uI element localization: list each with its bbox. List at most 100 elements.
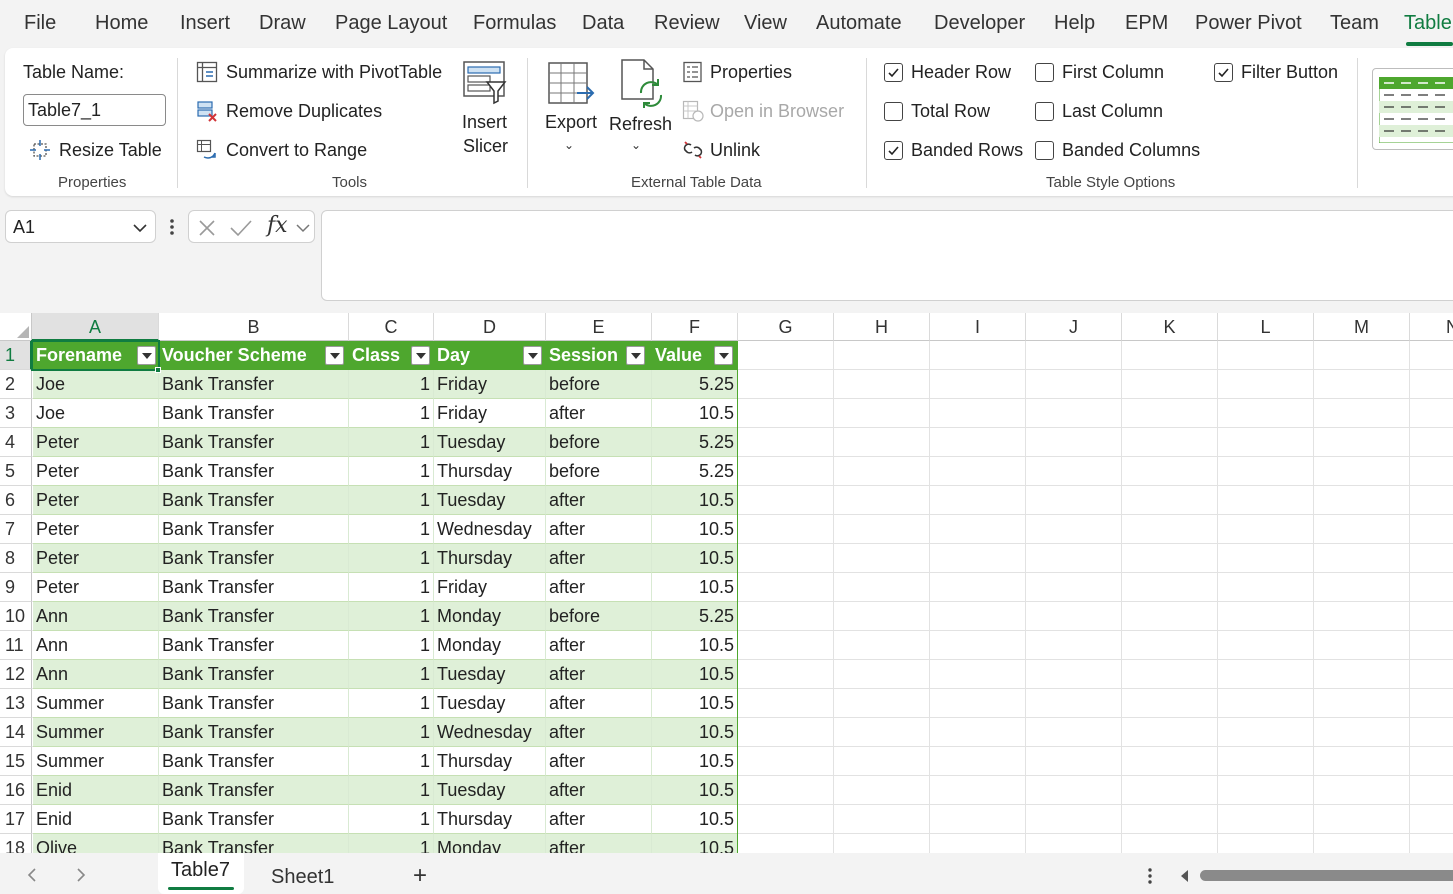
cancel-icon[interactable] — [197, 218, 217, 238]
cell-day[interactable]: Tuesday — [434, 428, 546, 457]
cell-day[interactable]: Thursday — [434, 747, 546, 776]
row-header[interactable]: 13 — [0, 689, 32, 718]
cell-value[interactable]: 10.5 — [652, 631, 738, 660]
row-header[interactable]: 14 — [0, 718, 32, 747]
chevron-right-icon[interactable] — [75, 867, 87, 883]
cell-value[interactable]: 10.5 — [652, 718, 738, 747]
cell-session[interactable]: after — [546, 515, 652, 544]
row-header[interactable]: 3 — [0, 399, 32, 428]
header-row-checkbox[interactable] — [884, 63, 903, 82]
cell-session[interactable]: after — [546, 718, 652, 747]
cell-voucher-scheme[interactable]: Bank Transfer — [159, 428, 349, 457]
table-header-session[interactable]: Session — [546, 341, 652, 370]
menu-tab-view[interactable]: View — [744, 12, 787, 35]
column-header-f[interactable]: F — [652, 313, 738, 341]
filter-dropdown-icon[interactable] — [626, 346, 645, 365]
column-header-c[interactable]: C — [349, 313, 434, 341]
chevron-down-icon[interactable] — [132, 222, 148, 234]
cell-class[interactable]: 1 — [349, 486, 434, 515]
name-box[interactable]: A1 — [5, 210, 156, 243]
cell-session[interactable]: before — [546, 457, 652, 486]
cell-day[interactable]: Monday — [434, 602, 546, 631]
cell-value[interactable]: 10.5 — [652, 834, 738, 853]
column-header-b[interactable]: B — [159, 313, 349, 341]
more-options-icon[interactable] — [1144, 866, 1156, 886]
cell-session[interactable]: before — [546, 602, 652, 631]
cell-voucher-scheme[interactable]: Bank Transfer — [159, 399, 349, 428]
cell-session[interactable]: after — [546, 689, 652, 718]
cell-voucher-scheme[interactable]: Bank Transfer — [159, 805, 349, 834]
cell-forename[interactable]: Summer — [33, 747, 159, 776]
cell-voucher-scheme[interactable]: Bank Transfer — [159, 457, 349, 486]
menu-tab-page-layout[interactable]: Page Layout — [335, 12, 447, 35]
horizontal-scrollbar-thumb[interactable] — [1200, 870, 1453, 881]
cell-session[interactable]: before — [546, 428, 652, 457]
cell-value[interactable]: 10.5 — [652, 747, 738, 776]
row-header[interactable]: 9 — [0, 573, 32, 602]
filter-button-checkbox[interactable] — [1214, 63, 1233, 82]
cell-session[interactable]: before — [546, 370, 652, 399]
cell-class[interactable]: 1 — [349, 544, 434, 573]
cell-forename[interactable]: Ann — [33, 602, 159, 631]
row-header[interactable]: 17 — [0, 805, 32, 834]
menu-tab-home[interactable]: Home — [95, 12, 148, 35]
cell-day[interactable]: Thursday — [434, 805, 546, 834]
banded-rows-checkbox[interactable] — [884, 141, 903, 160]
cell-value[interactable]: 5.25 — [652, 457, 738, 486]
chevron-down-icon[interactable] — [296, 223, 310, 233]
cell-forename[interactable]: Peter — [33, 428, 159, 457]
cell-session[interactable]: after — [546, 486, 652, 515]
cell-day[interactable]: Friday — [434, 573, 546, 602]
cell-forename[interactable]: Joe — [33, 399, 159, 428]
row-header[interactable]: 1 — [0, 341, 32, 370]
cell-day[interactable]: Thursday — [434, 544, 546, 573]
table-header-class[interactable]: Class — [349, 341, 434, 370]
column-header-g[interactable]: G — [738, 313, 834, 341]
cell-value[interactable]: 10.5 — [652, 544, 738, 573]
row-header[interactable]: 11 — [0, 631, 32, 660]
table-name-input[interactable]: Table7_1 — [23, 94, 166, 126]
last-column-checkbox[interactable] — [1035, 102, 1054, 121]
column-header-n[interactable]: N — [1410, 313, 1453, 341]
cell-forename[interactable]: Peter — [33, 573, 159, 602]
filter-dropdown-icon[interactable] — [523, 346, 542, 365]
cell-voucher-scheme[interactable]: Bank Transfer — [159, 544, 349, 573]
column-header-i[interactable]: I — [930, 313, 1026, 341]
cell-value[interactable]: 10.5 — [652, 660, 738, 689]
cell-class[interactable]: 1 — [349, 573, 434, 602]
cell-class[interactable]: 1 — [349, 834, 434, 853]
cell-day[interactable]: Wednesday — [434, 718, 546, 747]
column-header-m[interactable]: M — [1314, 313, 1410, 341]
insert-function-button[interactable]: fx — [267, 213, 288, 238]
select-all-corner[interactable] — [0, 313, 32, 341]
cell-voucher-scheme[interactable]: Bank Transfer — [159, 718, 349, 747]
cell-class[interactable]: 1 — [349, 602, 434, 631]
row-header[interactable]: 8 — [0, 544, 32, 573]
cell-class[interactable]: 1 — [349, 399, 434, 428]
menu-tab-draw[interactable]: Draw — [259, 12, 306, 35]
cell-value[interactable]: 5.25 — [652, 428, 738, 457]
enter-check-icon[interactable] — [229, 218, 253, 238]
cell-forename[interactable]: Peter — [33, 515, 159, 544]
menu-tab-help[interactable]: Help — [1054, 12, 1095, 35]
column-header-k[interactable]: K — [1122, 313, 1218, 341]
menu-tab-data[interactable]: Data — [582, 12, 624, 35]
cell-session[interactable]: after — [546, 834, 652, 853]
row-header[interactable]: 12 — [0, 660, 32, 689]
column-header-l[interactable]: L — [1218, 313, 1314, 341]
column-header-e[interactable]: E — [546, 313, 652, 341]
cell-class[interactable]: 1 — [349, 718, 434, 747]
cell-forename[interactable]: Summer — [33, 718, 159, 747]
fill-handle[interactable] — [155, 367, 161, 373]
column-header-h[interactable]: H — [834, 313, 930, 341]
cell-forename[interactable]: Joe — [33, 370, 159, 399]
cell-forename[interactable]: Enid — [33, 776, 159, 805]
cell-forename[interactable]: Peter — [33, 457, 159, 486]
cell-voucher-scheme[interactable]: Bank Transfer — [159, 370, 349, 399]
menu-tab-formulas[interactable]: Formulas — [473, 12, 556, 35]
cell-value[interactable]: 10.5 — [652, 573, 738, 602]
column-header-d[interactable]: D — [434, 313, 546, 341]
cell-day[interactable]: Tuesday — [434, 660, 546, 689]
cell-session[interactable]: after — [546, 805, 652, 834]
cell-value[interactable]: 10.5 — [652, 805, 738, 834]
